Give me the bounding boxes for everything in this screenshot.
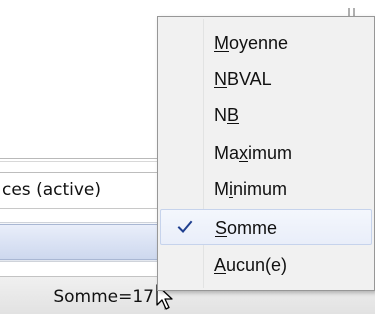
menu-item-nbval[interactable]: NBVAL <box>160 61 372 97</box>
menu-item-somme[interactable]: Somme <box>160 209 372 245</box>
scrollbar-thumb[interactable] <box>0 224 160 260</box>
menu-item-label: Minimum <box>214 179 288 199</box>
menu-item-nb[interactable]: NB <box>160 97 372 133</box>
menu-item-aucun[interactable]: Aucun(e) <box>160 247 372 283</box>
menu-item-moyenne[interactable]: Moyenne <box>160 25 372 61</box>
menu-item-maximum[interactable]: Maximum <box>160 135 372 171</box>
sheet-tab-active[interactable]: ces (active) <box>0 172 158 206</box>
checkmark-icon <box>177 220 193 233</box>
status-bar-context-menu: Moyenne NBVAL NB Maximum Minimum Somme A… <box>157 16 375 291</box>
menu-item-label: NB <box>214 105 240 125</box>
menu-item-minimum[interactable]: Minimum <box>160 171 372 207</box>
menu-item-label: Maximum <box>214 143 293 163</box>
menu-item-label: NBVAL <box>214 69 272 89</box>
menu-item-label: Aucun(e) <box>214 255 288 275</box>
status-sum-value[interactable]: Somme=17 <box>0 283 164 311</box>
menu-item-label: Moyenne <box>214 33 289 53</box>
menu-item-label: Somme <box>215 218 278 238</box>
